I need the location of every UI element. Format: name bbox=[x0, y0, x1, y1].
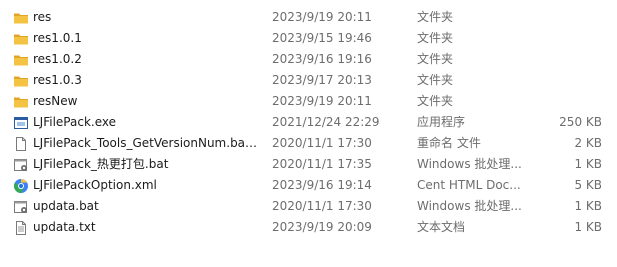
file-name: updata.txt bbox=[33, 220, 96, 234]
batch-file-icon bbox=[13, 157, 29, 173]
batch-file-icon bbox=[13, 199, 29, 215]
file-size: 1 KB bbox=[574, 220, 602, 234]
file-date: 2020/11/1 17:30 bbox=[272, 136, 372, 150]
file-date: 2023/9/17 20:13 bbox=[272, 73, 372, 87]
file-date: 2023/9/19 20:11 bbox=[272, 10, 372, 24]
file-row-ljfilepack-exe[interactable]: LJFilePack.exe 2021/12/24 22:29 应用程序 250… bbox=[0, 112, 617, 133]
exe-icon bbox=[13, 115, 29, 131]
file-name: resNew bbox=[33, 94, 78, 108]
file-date: 2023/9/15 19:46 bbox=[272, 31, 372, 45]
file-type: Windows 批处理... bbox=[417, 199, 521, 213]
file-name: res bbox=[33, 10, 52, 24]
file-name: LJFilePack.exe bbox=[33, 115, 117, 129]
text-file-icon bbox=[13, 220, 29, 236]
file-row-res[interactable]: res 2023/9/19 20:11 文件夹 bbox=[0, 7, 617, 28]
file-row-hotupdate-bat[interactable]: LJFilePack_热更打包.bat 2020/11/1 17:35 Wind… bbox=[0, 154, 617, 175]
file-row-resnew[interactable]: resNew 2023/9/19 20:11 文件夹 bbox=[0, 91, 617, 112]
file-row-getversionnum[interactable]: LJFilePack_Tools_GetVersionNum.bat... 20… bbox=[0, 133, 617, 154]
folder-icon bbox=[13, 10, 29, 26]
file-type: 文件夹 bbox=[417, 73, 454, 87]
folder-icon bbox=[13, 73, 29, 89]
browser-icon bbox=[13, 178, 29, 194]
file-type: 文件夹 bbox=[417, 94, 454, 108]
file-type: 文件夹 bbox=[417, 31, 454, 45]
file-size: 5 KB bbox=[574, 178, 602, 192]
file-size: 250 KB bbox=[559, 115, 602, 129]
file-list: res 2023/9/19 20:11 文件夹 res1.0.1 2023/9/… bbox=[0, 7, 617, 238]
file-name: LJFilePack_热更打包.bat bbox=[33, 157, 169, 171]
file-name: LJFilePack_Tools_GetVersionNum.bat... bbox=[33, 136, 261, 150]
file-row-res1.0.3[interactable]: res1.0.3 2023/9/17 20:13 文件夹 bbox=[0, 70, 617, 91]
file-size: 1 KB bbox=[574, 199, 602, 213]
file-type: 应用程序 bbox=[417, 115, 466, 129]
file-name: res1.0.2 bbox=[33, 52, 82, 66]
file-date: 2021/12/24 22:29 bbox=[272, 115, 380, 129]
file-date: 2023/9/19 20:11 bbox=[272, 94, 372, 108]
file-row-updata-bat[interactable]: updata.bat 2020/11/1 17:30 Windows 批处理..… bbox=[0, 196, 617, 217]
file-date: 2020/11/1 17:30 bbox=[272, 199, 372, 213]
folder-icon bbox=[13, 94, 29, 110]
file-name: updata.bat bbox=[33, 199, 99, 213]
file-row-updata-txt[interactable]: updata.txt 2023/9/19 20:09 文本文档 1 KB bbox=[0, 217, 617, 238]
file-date: 2023/9/16 19:14 bbox=[272, 178, 372, 192]
file-type: Cent HTML Doc... bbox=[417, 178, 521, 192]
file-type: Windows 批处理... bbox=[417, 157, 521, 171]
file-date: 2023/9/16 19:16 bbox=[272, 52, 372, 66]
file-row-res1.0.1[interactable]: res1.0.1 2023/9/15 19:46 文件夹 bbox=[0, 28, 617, 49]
file-name: LJFilePackOption.xml bbox=[33, 178, 157, 192]
file-row-option-xml[interactable]: LJFilePackOption.xml 2023/9/16 19:14 Cen… bbox=[0, 175, 617, 196]
file-size: 2 KB bbox=[574, 136, 602, 150]
file-date: 2023/9/19 20:09 bbox=[272, 220, 372, 234]
file-name: res1.0.1 bbox=[33, 31, 82, 45]
file-type: 重命名 文件 bbox=[417, 136, 481, 150]
file-row-res1.0.2[interactable]: res1.0.2 2023/9/16 19:16 文件夹 bbox=[0, 49, 617, 70]
file-type: 文本文档 bbox=[417, 220, 466, 234]
file-size: 1 KB bbox=[574, 157, 602, 171]
document-icon bbox=[13, 136, 29, 152]
file-type: 文件夹 bbox=[417, 52, 454, 66]
file-name: res1.0.3 bbox=[33, 73, 82, 87]
file-type: 文件夹 bbox=[417, 10, 454, 24]
folder-icon bbox=[13, 52, 29, 68]
folder-icon bbox=[13, 31, 29, 47]
file-date: 2020/11/1 17:35 bbox=[272, 157, 372, 171]
